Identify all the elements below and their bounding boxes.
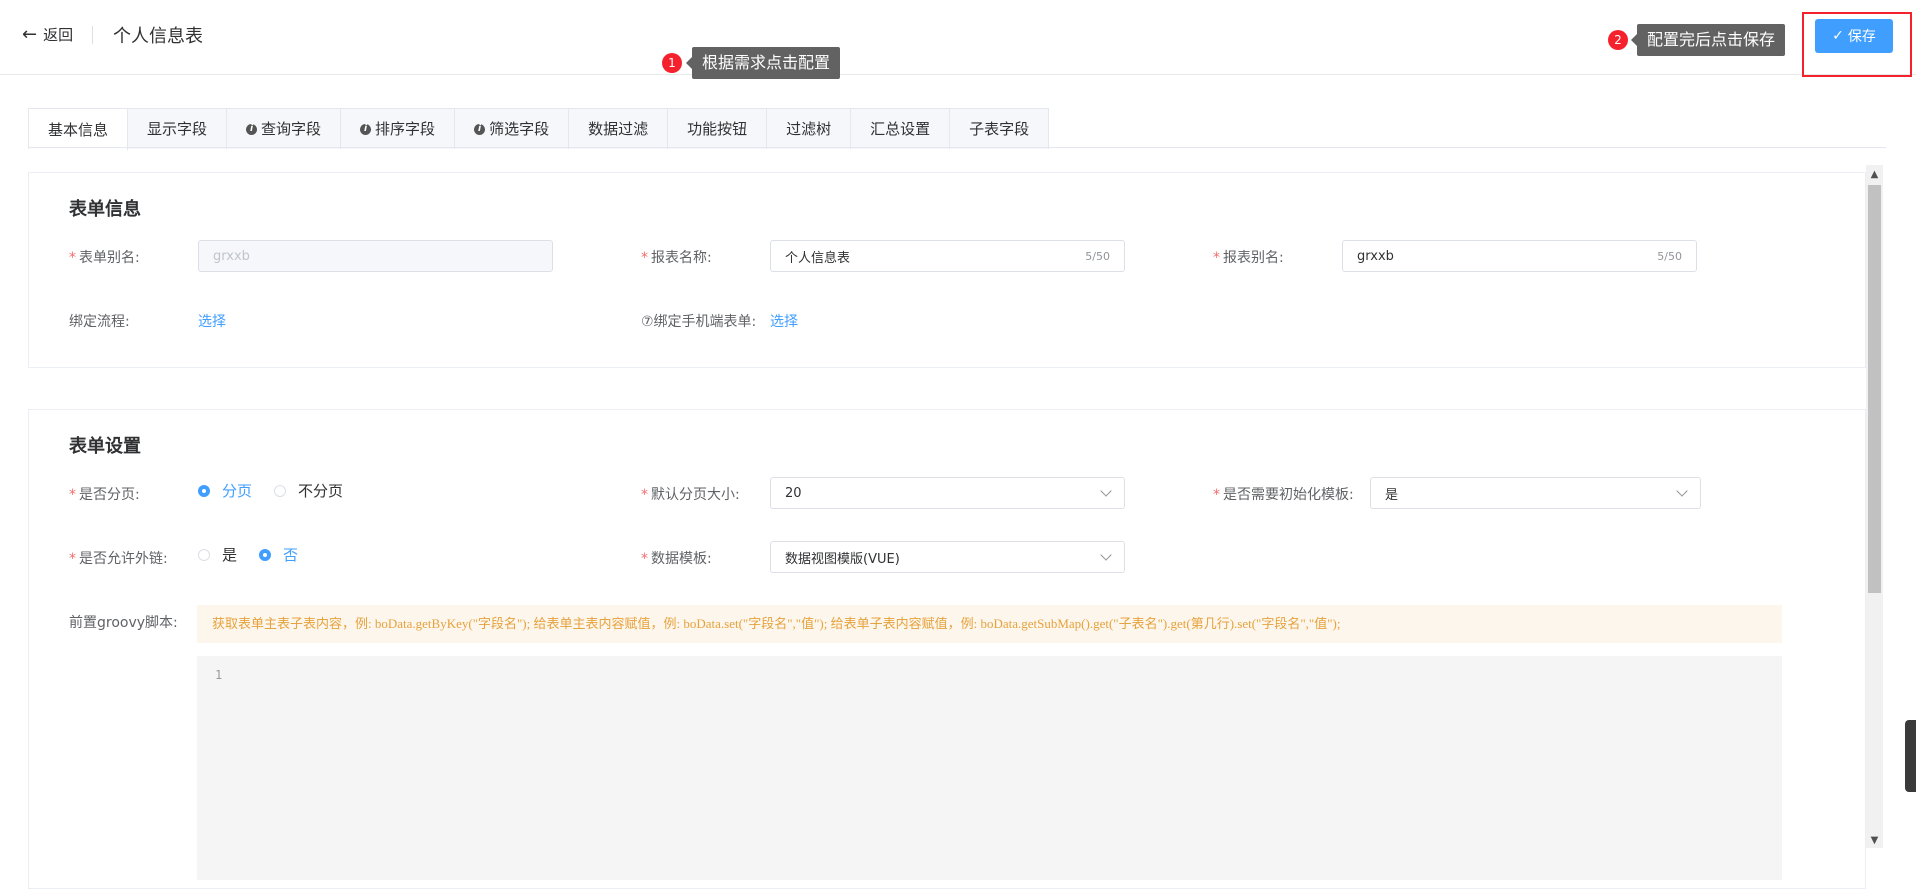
check-icon: ✓: [1832, 28, 1844, 44]
tab-label: 基本信息: [48, 120, 109, 139]
scrollbar-thumb[interactable]: [1868, 185, 1881, 593]
tab-label: 排序字段: [375, 120, 436, 138]
back-label: 返回: [43, 26, 74, 44]
header-divider: [92, 26, 93, 44]
info-icon: i: [246, 123, 258, 135]
tab-3[interactable]: i 排序字段: [341, 109, 456, 149]
external-link-option-no[interactable]: 否: [259, 544, 298, 565]
tab-1[interactable]: 显示字段: [128, 109, 228, 149]
paging-option-yes[interactable]: 分页: [198, 480, 252, 501]
groovy-code-editor[interactable]: 1: [197, 656, 1782, 880]
radio-unchecked-icon: [198, 548, 210, 561]
page-size-label: * 默认分页大小:: [641, 487, 740, 503]
annotation-1-badge: 1: [662, 53, 682, 73]
tab-label: 过滤树: [786, 120, 832, 138]
save-button[interactable]: ✓ 保存: [1815, 19, 1893, 53]
init-template-label: * 是否需要初始化模板:: [1213, 487, 1354, 503]
tab-label: 功能按钮: [687, 120, 748, 138]
form-settings-title: 表单设置: [69, 436, 141, 457]
tab-9[interactable]: 子表字段: [950, 109, 1048, 149]
report-alias-label: * 报表别名:: [1213, 250, 1284, 266]
tab-label: 汇总设置: [870, 120, 931, 138]
groovy-script-label: 前置groovy脚本:: [69, 615, 178, 631]
annotation-1-tooltip: 根据需求点击配置: [685, 47, 841, 79]
report-name-input[interactable]: 个人信息表 5/50: [770, 240, 1125, 272]
tab-8[interactable]: 汇总设置: [851, 109, 951, 149]
radio-checked-icon: [198, 484, 210, 497]
data-template-select[interactable]: 数据视图模版(VUE): [770, 541, 1125, 573]
external-link-radio-group: 是 否: [198, 544, 320, 565]
form-alias-input[interactable]: grxxb: [198, 240, 553, 272]
bind-flow-label: 绑定流程:: [69, 314, 130, 330]
tab-2[interactable]: i 查询字段: [227, 109, 342, 149]
external-link-label: * 是否允许外链:: [69, 551, 168, 567]
report-alias-input[interactable]: grxxb 5/50: [1342, 240, 1697, 272]
annotation-2-tooltip: 配置完后点击保存: [1630, 24, 1786, 56]
bind-flow-select-link[interactable]: 选择: [198, 311, 226, 331]
paging-label: * 是否分页:: [69, 487, 140, 503]
radio-checked-icon: [259, 548, 272, 561]
annotation-2-badge: 2: [1608, 30, 1628, 50]
report-name-counter: 5/50: [1085, 249, 1110, 263]
tab-label: 显示字段: [147, 120, 208, 138]
tabs-divider: [28, 147, 1886, 148]
page-header: [0, 0, 1916, 75]
config-tabs: 基本信息 显示字段 i 查询字段 i 排序字段 i 筛选字段 数据过滤 功能按钮 过滤树 汇总设置 子表…: [28, 108, 1050, 150]
form-alias-label: * 表单别名:: [69, 250, 140, 266]
form-info-card: 表单信息 * 表单别名: grxxb * 报表名称: 个人信息表 5/50 * 报表别名…: [28, 172, 1866, 368]
save-label: 保存: [1847, 29, 1876, 45]
scroll-up-arrow-icon[interactable]: ▲: [1867, 167, 1882, 182]
init-template-select[interactable]: 是: [1370, 477, 1701, 509]
data-template-label: * 数据模板:: [641, 551, 712, 567]
tab-6[interactable]: 功能按钮: [668, 109, 768, 149]
tab-label: 数据过滤: [588, 120, 649, 138]
back-button[interactable]: ← 返回: [22, 24, 73, 45]
radio-unchecked-icon: [274, 484, 287, 497]
scroll-down-arrow-icon[interactable]: ▼: [1867, 833, 1882, 848]
info-icon: i: [474, 123, 486, 135]
report-name-label: * 报表名称:: [641, 250, 712, 266]
report-alias-counter: 5/50: [1657, 249, 1682, 263]
tab-4[interactable]: i 筛选字段: [455, 109, 570, 149]
bind-mobile-label: ⑦绑定手机端表单:: [641, 314, 757, 330]
chevron-down-icon: [1676, 485, 1688, 497]
tab-5[interactable]: 数据过滤: [569, 109, 669, 149]
arrow-left-icon: ←: [22, 24, 38, 45]
tab-7[interactable]: 过滤树: [767, 109, 852, 149]
paging-option-no[interactable]: 不分页: [274, 480, 343, 501]
editor-line-number: 1: [215, 668, 223, 682]
chevron-down-icon: [1100, 485, 1112, 497]
paging-radio-group: 分页 不分页: [198, 480, 365, 501]
external-link-option-yes[interactable]: 是: [198, 544, 237, 565]
side-floating-widget[interactable]: [1905, 720, 1916, 792]
page-title: 个人信息表: [113, 26, 203, 47]
info-icon: i: [360, 123, 372, 135]
form-info-title: 表单信息: [69, 199, 141, 220]
tab-label: 筛选字段: [489, 120, 550, 138]
tab-0[interactable]: 基本信息: [29, 109, 129, 150]
chevron-down-icon: [1100, 549, 1112, 561]
tab-label: 查询字段: [261, 120, 322, 138]
groovy-hint-alert: 获取表单主表子表内容，例: boData.getByKey("字段名"); 给表…: [197, 605, 1782, 643]
page-size-select[interactable]: 20: [770, 477, 1125, 509]
bind-mobile-select-link[interactable]: 选择: [770, 311, 798, 331]
tab-label: 子表字段: [969, 120, 1030, 138]
